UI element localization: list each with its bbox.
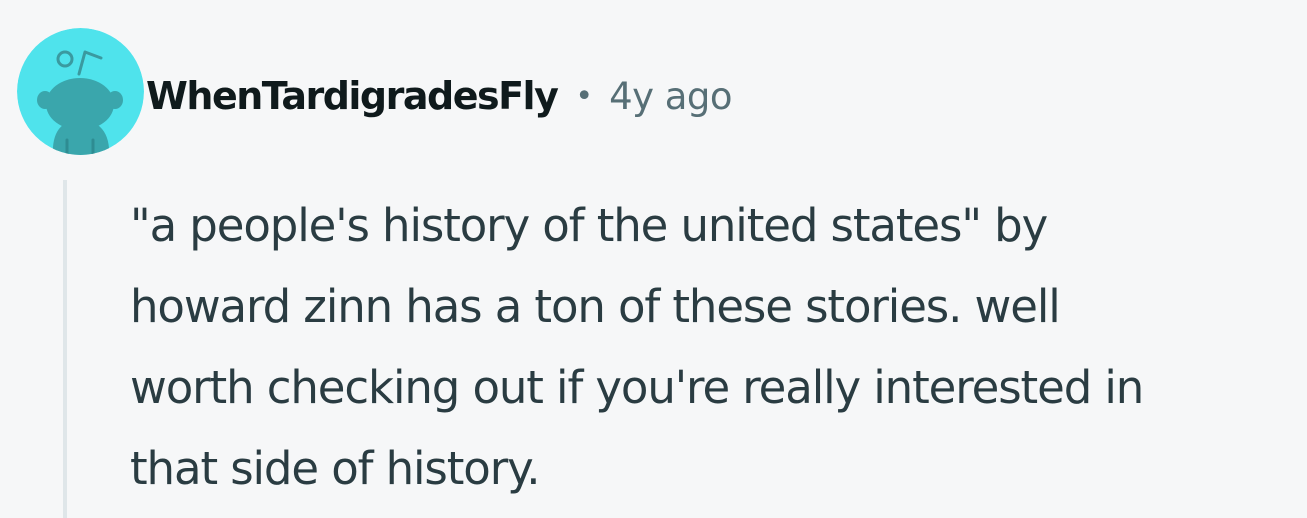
comment-meta: WhenTardigradesFly • 4y ago: [146, 70, 733, 122]
snoo-avatar-icon: [17, 28, 144, 155]
username-link[interactable]: WhenTardigradesFly: [146, 74, 559, 118]
timestamp[interactable]: 4y ago: [609, 75, 733, 118]
avatar[interactable]: [17, 28, 144, 155]
separator-dot: •: [575, 78, 594, 114]
comment-body: "a people's history of the united states…: [130, 199, 1144, 495]
comment: WhenTardigradesFly • 4y ago "a people's …: [0, 0, 1307, 518]
thread-line[interactable]: [63, 180, 67, 518]
